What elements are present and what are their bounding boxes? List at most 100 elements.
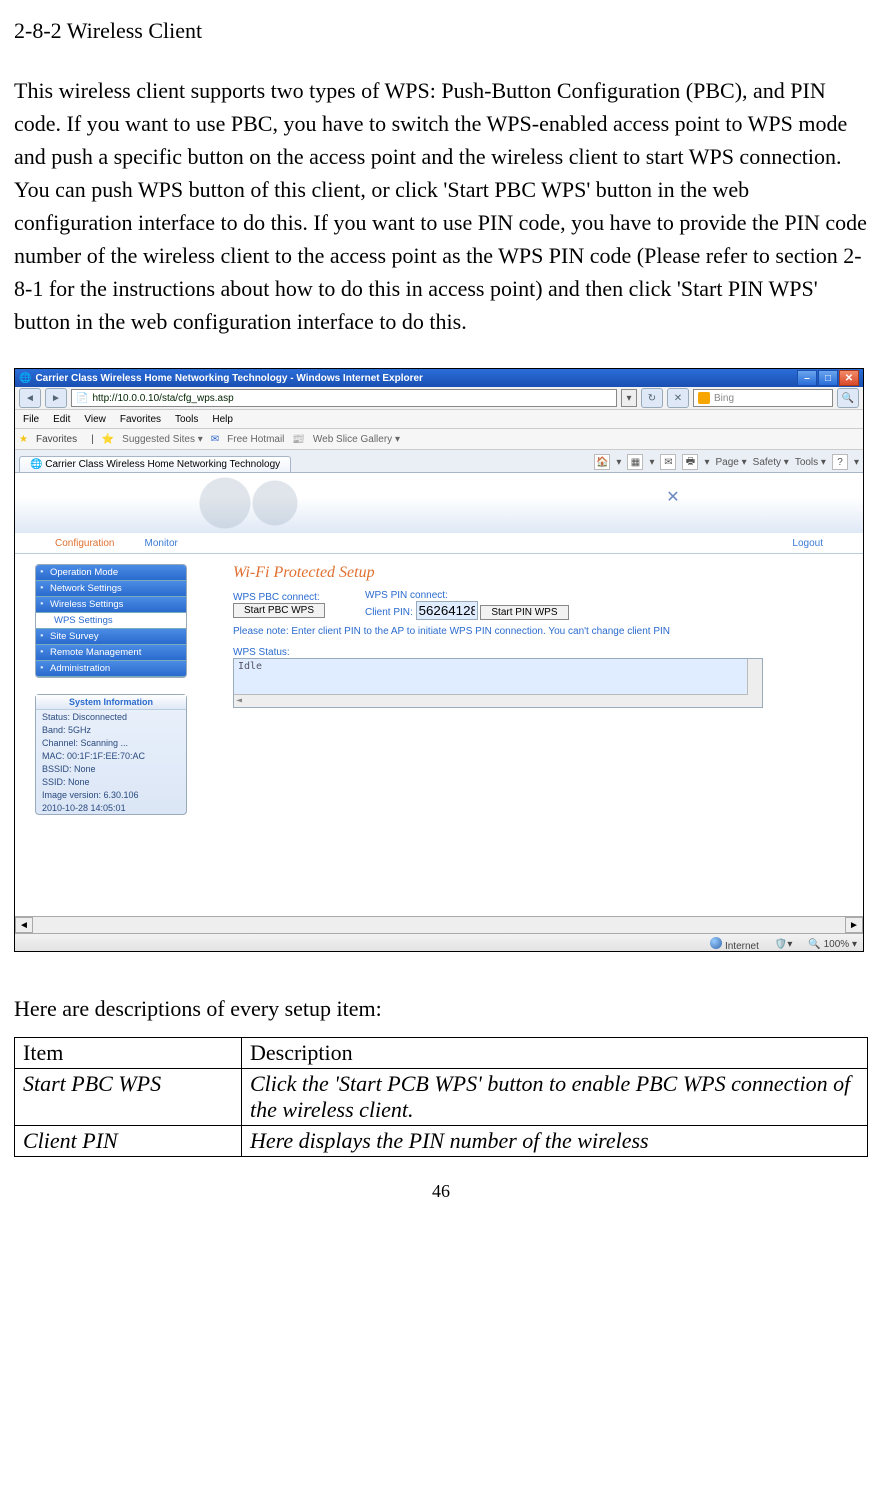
tab-label: Carrier Class Wireless Home Networking T…	[45, 459, 280, 470]
search-box[interactable]: Bing	[693, 389, 833, 407]
suggested-sites-link[interactable]: Suggested Sites ▾	[122, 434, 203, 445]
hotmail-icon: ✉	[211, 434, 219, 445]
sidebar-item-administration[interactable]: Administration	[36, 661, 186, 677]
sidebar-item-site-survey[interactable]: Site Survey	[36, 629, 186, 645]
search-placeholder: Bing	[714, 393, 734, 404]
menu-bar: File Edit View Favorites Tools Help	[15, 410, 863, 429]
search-button[interactable]: 🔍	[837, 388, 859, 408]
maximize-button[interactable]: □	[818, 370, 838, 386]
hotmail-link[interactable]: Free Hotmail	[227, 434, 284, 445]
logout-link[interactable]: Logout	[792, 538, 823, 549]
pin-note: Please note: Enter client PIN to the AP …	[233, 626, 833, 637]
panel-title: Wi-Fi Protected Setup	[233, 564, 833, 582]
client-pin-label: Client PIN:	[365, 607, 413, 618]
back-button[interactable]: ◄	[19, 388, 41, 408]
address-bar[interactable]: 📄 http://10.0.0.10/sta/cfg_wps.asp	[71, 389, 617, 407]
sysinfo-band: Band: 5GHz	[36, 723, 186, 736]
gallery-icon: 📰	[292, 434, 304, 445]
gallery-link[interactable]: Web Slice Gallery ▾	[313, 434, 400, 445]
sidebar-item-wps-settings[interactable]: WPS Settings	[36, 613, 186, 629]
status-scrollbar-h[interactable]: ◄	[234, 694, 748, 707]
menu-edit[interactable]: Edit	[53, 414, 70, 425]
page-tab[interactable]: 🌐 Carrier Class Wireless Home Networking…	[19, 456, 291, 472]
mail-icon[interactable]: ✉	[660, 454, 676, 470]
sysinfo-header: System Information	[36, 695, 186, 710]
table-row-desc: Click the 'Start PCB WPS' button to enab…	[242, 1069, 868, 1126]
ie-icon: 🌐	[19, 373, 31, 384]
close-button[interactable]: ✕	[839, 370, 859, 386]
table-row-desc: Here displays the PIN number of the wire…	[242, 1126, 868, 1157]
sidebar-item-wireless-settings[interactable]: Wireless Settings	[36, 597, 186, 613]
sidebar-item-network-settings[interactable]: Network Settings	[36, 581, 186, 597]
description-table: Item Description Start PBC WPS Click the…	[14, 1037, 868, 1157]
table-header-desc: Description	[242, 1038, 868, 1069]
sysinfo-mac: MAC: 00:1F:1F:EE:70:AC	[36, 749, 186, 762]
bing-icon	[698, 392, 710, 404]
banner-x-icon: ✕	[663, 487, 683, 507]
pbc-label: WPS PBC connect:	[233, 592, 325, 603]
tab-icon: 🌐	[30, 459, 42, 470]
url-dropdown[interactable]: ▾	[621, 389, 637, 407]
browser-status-bar: Internet 🛡️▾ 🔍 100% ▾	[15, 933, 863, 952]
minimize-button[interactable]: –	[797, 370, 817, 386]
favorites-star-icon[interactable]: ★	[19, 434, 28, 445]
zoom-label[interactable]: 🔍 100% ▾	[808, 939, 857, 950]
window-title: Carrier Class Wireless Home Networking T…	[35, 373, 423, 384]
side-menu: Operation Mode Network Settings Wireless…	[35, 564, 187, 678]
url-text: http://10.0.0.10/sta/cfg_wps.asp	[92, 393, 233, 404]
tab-configuration[interactable]: Configuration	[55, 538, 114, 549]
sysinfo-bssid: BSSID: None	[36, 762, 186, 775]
section-heading: 2-8-2 Wireless Client	[14, 18, 868, 44]
cmd-page[interactable]: Page ▾	[716, 457, 747, 468]
status-scrollbar-v[interactable]	[747, 659, 762, 707]
home-icon[interactable]: 🏠	[594, 454, 610, 470]
embedded-screenshot: 🌐 Carrier Class Wireless Home Networking…	[14, 368, 864, 952]
help-icon[interactable]: ?	[832, 454, 848, 470]
menu-file[interactable]: File	[23, 414, 39, 425]
sysinfo-datetime: 2010-10-28 14:05:01	[36, 801, 186, 814]
protected-mode-icon: 🛡️▾	[775, 939, 792, 950]
start-pbc-wps-button[interactable]: Start PBC WPS	[233, 603, 325, 618]
sysinfo-ssid: SSID: None	[36, 775, 186, 788]
scroll-right-arrow[interactable]: ►	[845, 917, 863, 933]
menu-favorites[interactable]: Favorites	[120, 414, 161, 425]
menu-tools[interactable]: Tools	[175, 414, 198, 425]
stop-button[interactable]: ✕	[667, 388, 689, 408]
menu-view[interactable]: View	[84, 414, 106, 425]
forward-button[interactable]: ►	[45, 388, 67, 408]
scroll-left-arrow[interactable]: ◄	[15, 917, 33, 933]
sidebar-item-operation-mode[interactable]: Operation Mode	[36, 565, 186, 581]
print-icon[interactable]: 🖶	[682, 454, 698, 470]
page-number: 46	[14, 1181, 868, 1202]
page-icon: 📄	[76, 393, 88, 404]
cmd-tools[interactable]: Tools ▾	[795, 457, 826, 468]
intro-paragraph: This wireless client supports two types …	[14, 74, 868, 338]
tab-monitor[interactable]: Monitor	[144, 538, 177, 549]
cmd-safety[interactable]: Safety ▾	[753, 457, 789, 468]
table-row-item: Client PIN	[15, 1126, 242, 1157]
sidebar-item-remote-management[interactable]: Remote Management	[36, 645, 186, 661]
sysinfo-status: Status: Disconnected	[36, 710, 186, 723]
favorites-label[interactable]: Favorites	[36, 434, 77, 445]
feeds-icon[interactable]: ▦	[627, 454, 643, 470]
wps-status-box: Idle ◄	[233, 658, 763, 708]
system-information-panel: System Information Status: Disconnected …	[35, 694, 187, 815]
sysinfo-image-version: Image version: 6.30.106	[36, 788, 186, 801]
table-row-item: Start PBC WPS	[15, 1069, 242, 1126]
client-pin-field[interactable]	[416, 601, 478, 620]
banner-graphic	[195, 473, 315, 533]
window-titlebar: 🌐 Carrier Class Wireless Home Networking…	[15, 369, 863, 387]
wps-status-value: Idle	[238, 661, 262, 672]
sysinfo-channel: Channel: Scanning ...	[36, 736, 186, 749]
pin-connect-label: WPS PIN connect:	[365, 590, 568, 601]
start-pin-wps-button[interactable]: Start PIN WPS	[480, 605, 568, 620]
table-header-item: Item	[15, 1038, 242, 1069]
wps-status-label: WPS Status:	[233, 647, 833, 658]
router-banner: ✕	[15, 473, 863, 533]
globe-icon	[710, 937, 722, 949]
refresh-button[interactable]: ↻	[641, 388, 663, 408]
zone-label: Internet	[725, 941, 759, 952]
content-h-scrollbar[interactable]: ◄ ►	[15, 916, 863, 933]
menu-help[interactable]: Help	[212, 414, 233, 425]
suggested-sites-icon: ⭐	[102, 434, 114, 445]
